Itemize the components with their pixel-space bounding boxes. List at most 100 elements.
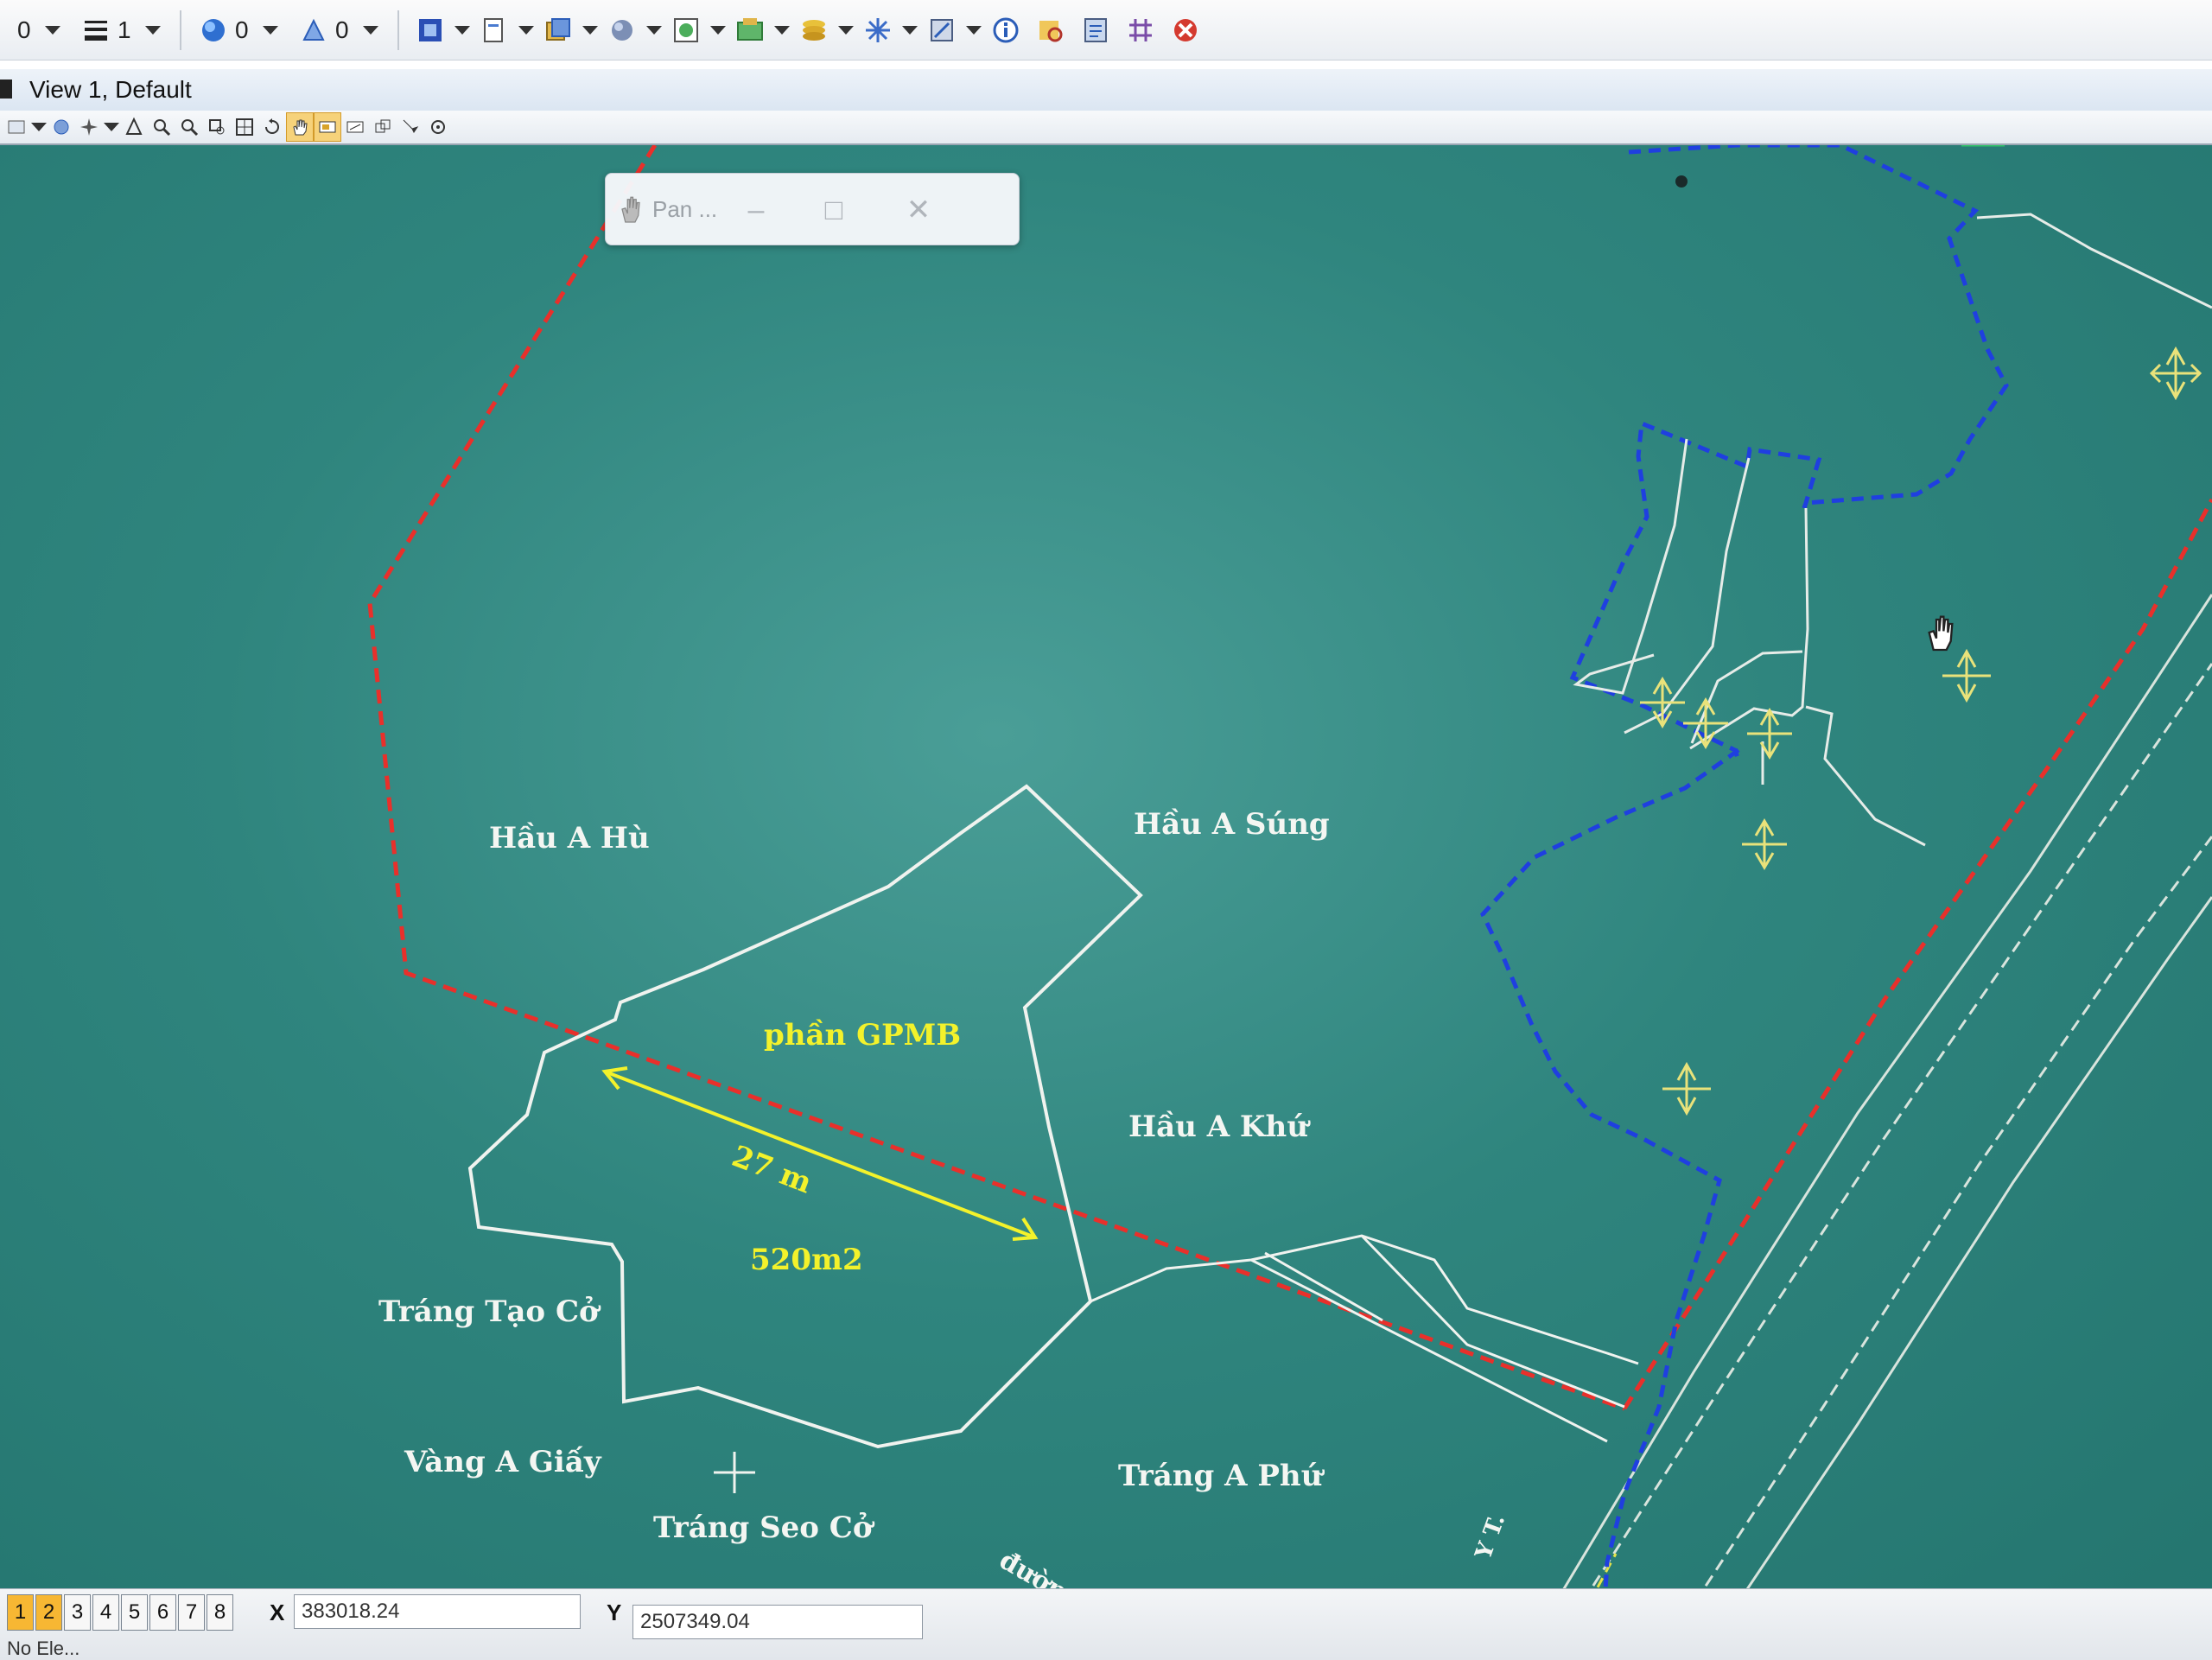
levels-icon <box>803 19 825 41</box>
x-coordinate-label: X <box>270 1600 285 1625</box>
view-next-icon <box>346 121 364 133</box>
y-coordinate-field[interactable]: 2507349.04 <box>632 1605 923 1639</box>
view-tab-7[interactable]: 7 <box>178 1594 205 1631</box>
fit-view-icon <box>236 118 253 136</box>
chevron-down-icon[interactable] <box>263 25 278 35</box>
chevron-down-icon[interactable] <box>45 25 60 35</box>
parcel-line <box>1573 438 1688 695</box>
survey-point-icon[interactable] <box>1742 818 1787 870</box>
view-tab-5[interactable]: 5 <box>121 1594 148 1631</box>
fence-icon <box>484 17 503 42</box>
map-dot <box>1675 175 1688 188</box>
line-weight-selector[interactable]: 1 <box>74 9 169 52</box>
road-boundary-line[interactable] <box>1622 498 2212 1410</box>
copy-button[interactable] <box>537 10 579 51</box>
pan-dialog[interactable]: Pan ... – □ ✕ <box>605 173 1020 245</box>
survey-point-icon[interactable] <box>1942 648 1991 703</box>
group-icon <box>612 19 632 41</box>
element-selection-button[interactable] <box>410 10 451 51</box>
chevron-down-icon[interactable] <box>582 25 598 35</box>
globe-button[interactable] <box>665 10 707 51</box>
chevron-down-icon[interactable] <box>454 25 470 35</box>
snap-button[interactable] <box>857 10 899 51</box>
fence-button[interactable] <box>474 10 515 51</box>
reference-button[interactable] <box>921 10 963 51</box>
measure-button[interactable] <box>1030 10 1071 51</box>
levels-button[interactable] <box>793 10 835 51</box>
parcel-owner-label: Tráng Seo Cở <box>653 1511 873 1545</box>
hand-icon <box>293 119 308 136</box>
view-tab-4[interactable]: 4 <box>92 1594 119 1631</box>
level-selector[interactable]: 0 <box>9 9 69 52</box>
chevron-down-icon[interactable] <box>104 123 119 131</box>
fit-view-button[interactable] <box>232 113 257 141</box>
chevron-down-icon[interactable] <box>646 25 662 35</box>
grid-button[interactable] <box>1120 10 1161 51</box>
status-message: No Ele... <box>7 1638 80 1659</box>
maximize-button[interactable]: □ <box>813 189 855 231</box>
road-edge-line <box>1726 896 2212 1618</box>
measure-icon <box>1039 20 1063 41</box>
chevron-down-icon[interactable] <box>710 25 726 35</box>
display-style-icon <box>737 17 763 41</box>
chevron-down-icon[interactable] <box>363 25 378 35</box>
parcel-line <box>1690 650 1803 744</box>
update-view-button[interactable] <box>121 113 147 141</box>
parcel-line <box>1250 1258 1608 1443</box>
view-tab-6[interactable]: 6 <box>149 1594 176 1631</box>
zoom-out-icon <box>181 119 199 137</box>
info-button[interactable] <box>985 10 1027 51</box>
toolbar-separator <box>397 10 399 50</box>
clip-volume-button[interactable] <box>425 113 451 141</box>
rotate-view-button[interactable] <box>259 113 285 141</box>
view-tab-3[interactable]: 3 <box>64 1594 91 1631</box>
survey-point-icon[interactable] <box>1640 677 1685 728</box>
parcel-line <box>1090 1234 1639 1365</box>
view-previous-button[interactable] <box>314 112 341 142</box>
parcel-owner-label: Tráng A Phứ <box>1118 1459 1323 1493</box>
hand-icon <box>621 196 640 223</box>
survey-point-icon[interactable] <box>1683 697 1728 749</box>
view-tab-2[interactable]: 2 <box>35 1594 62 1631</box>
chevron-down-icon[interactable] <box>838 25 854 35</box>
minimize-button[interactable]: – <box>735 189 777 231</box>
window-area-button[interactable] <box>204 113 230 141</box>
line-style-selector[interactable]: 0 <box>292 9 387 52</box>
pan-view-button[interactable] <box>286 112 314 142</box>
gpmb-boundary-line[interactable] <box>367 145 1625 1411</box>
survey-point-icon[interactable] <box>1747 708 1792 760</box>
export-button[interactable] <box>1075 10 1116 51</box>
zoom-out-button[interactable] <box>176 113 202 141</box>
display-mode-button[interactable] <box>48 113 74 141</box>
parcel-line <box>1976 213 2212 309</box>
display-style-button[interactable] <box>729 10 771 51</box>
map-canvas[interactable]: Hầu A Hù Hầu A Súng phần GPMB Hầu A Khứ … <box>0 145 2212 1618</box>
chevron-down-icon[interactable] <box>902 25 918 35</box>
view-attributes-button[interactable] <box>3 113 29 141</box>
blue-boundary-line[interactable] <box>1569 420 1822 761</box>
view-next-button[interactable] <box>342 113 368 141</box>
chevron-down-icon[interactable] <box>966 25 982 35</box>
color-selector[interactable]: 0 <box>192 9 287 52</box>
survey-point-icon[interactable] <box>2149 346 2202 401</box>
view-tab-1[interactable]: 1 <box>7 1594 34 1631</box>
chevron-down-icon[interactable] <box>774 25 790 35</box>
grid-icon <box>1129 18 1152 41</box>
chevron-down-icon[interactable] <box>518 25 534 35</box>
survey-point-icon[interactable] <box>1662 1061 1711 1116</box>
render-button[interactable] <box>76 113 102 141</box>
camera-button[interactable] <box>397 113 423 141</box>
zoom-in-button[interactable] <box>149 113 175 141</box>
stop-button[interactable] <box>1165 10 1206 51</box>
view-tab-8[interactable]: 8 <box>207 1594 233 1631</box>
chevron-down-icon[interactable] <box>31 123 47 131</box>
group-button[interactable] <box>601 10 643 51</box>
area-label: 520m2 <box>750 1243 863 1277</box>
close-button[interactable]: ✕ <box>898 189 939 231</box>
blue-boundary-line[interactable] <box>1480 747 1740 1618</box>
x-coordinate-field[interactable]: 383018.24 <box>294 1594 581 1629</box>
rotate-view-icon <box>265 118 279 134</box>
copy-view-button[interactable] <box>370 113 396 141</box>
gpmb-parcel[interactable] <box>467 784 1143 1449</box>
chevron-down-icon[interactable] <box>145 25 161 35</box>
